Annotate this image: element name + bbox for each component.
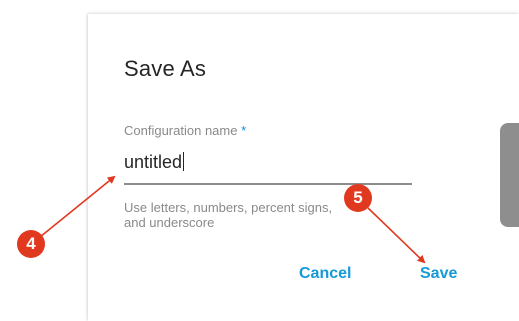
- save-button[interactable]: Save: [420, 265, 457, 283]
- cancel-button[interactable]: Cancel: [299, 265, 351, 283]
- configuration-name-label-text: Configuration name: [124, 123, 238, 138]
- input-underline: [124, 183, 412, 185]
- required-marker: *: [241, 123, 247, 138]
- scrollbar-thumb[interactable]: [500, 123, 519, 227]
- text-cursor: [183, 152, 185, 171]
- configuration-name-label: Configuration name *: [124, 123, 246, 138]
- configuration-name-input[interactable]: untitled: [124, 152, 185, 173]
- screen: Save As Configuration name * untitled Us…: [0, 0, 519, 321]
- dialog-title: Save As: [124, 56, 207, 81]
- annotation-badge-4: 4: [17, 230, 45, 258]
- annotation-badge-5: 5: [344, 184, 372, 212]
- configuration-name-value: untitled: [124, 152, 183, 172]
- field-hint: Use letters, numbers, percent signs, and…: [124, 200, 333, 230]
